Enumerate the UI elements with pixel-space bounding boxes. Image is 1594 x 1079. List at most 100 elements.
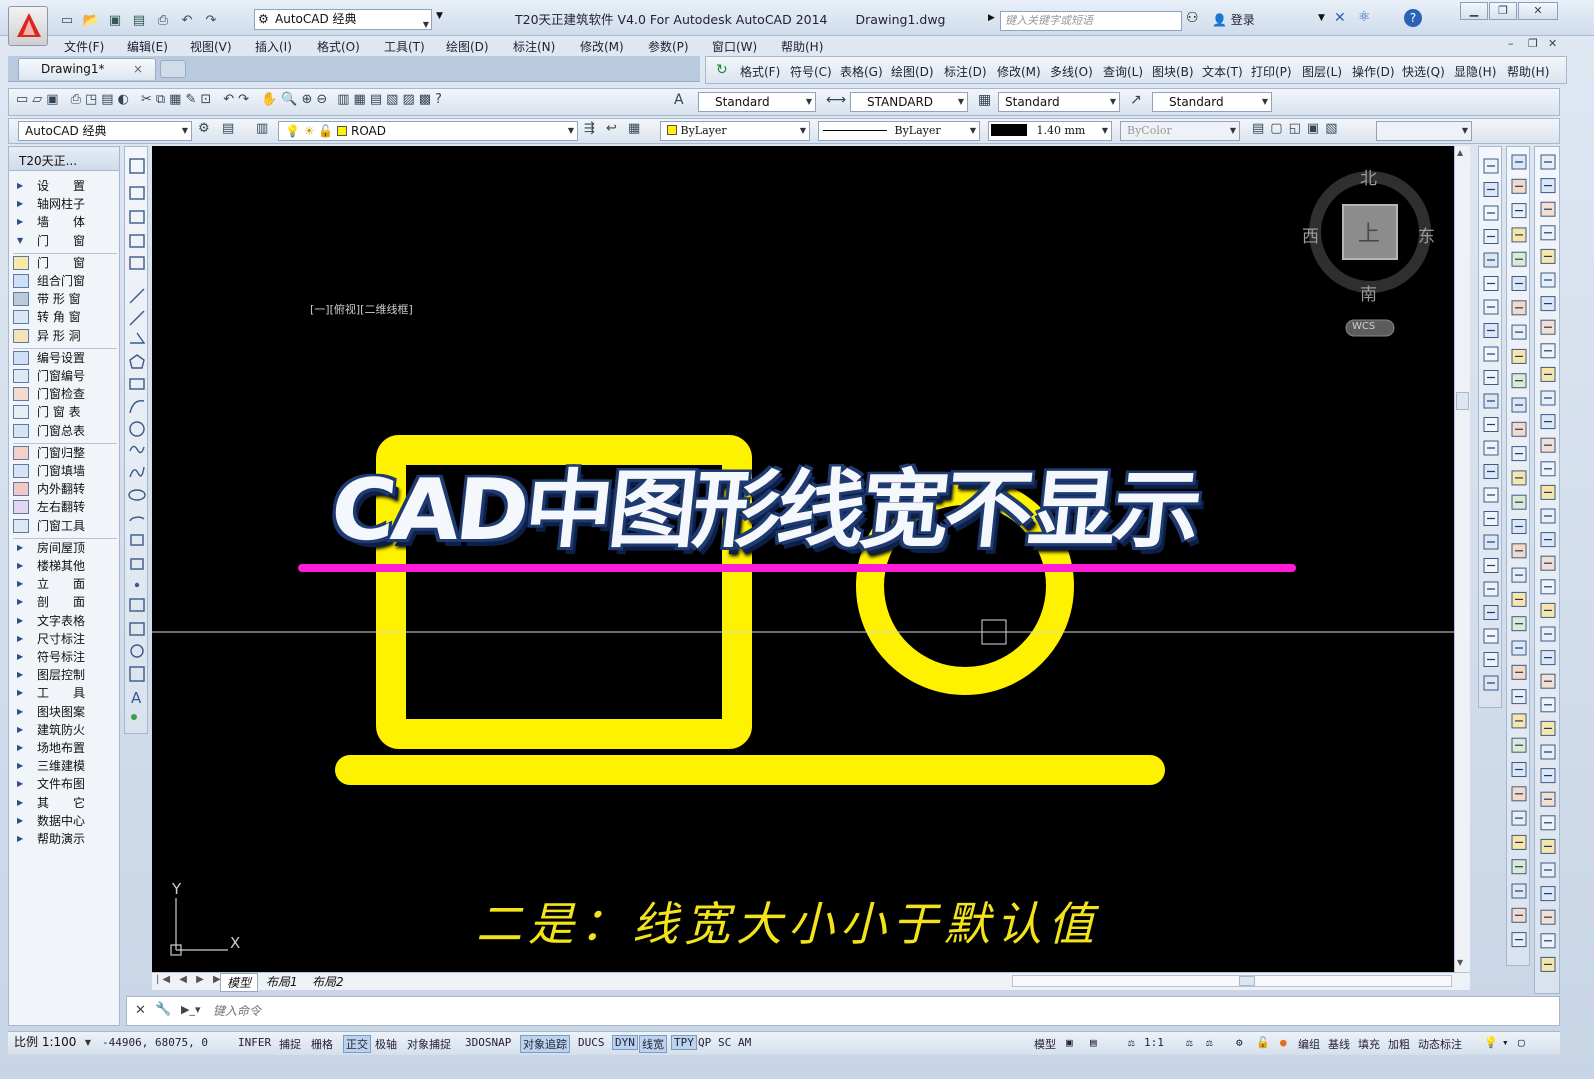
convert-viewport-icon[interactable]: ▧ — [1325, 121, 1337, 136]
make-current-icon[interactable]: ⇶ — [584, 121, 595, 136]
status-toggle-对象捕捉[interactable]: 对象捕捉 — [407, 1036, 451, 1052]
refresh-icon[interactable]: ↻ — [716, 62, 728, 78]
t20-menu-print[interactable]: 打印(P) — [1251, 63, 1292, 80]
color-combo[interactable]: ByLayer ▼ — [660, 121, 810, 141]
group-toggle[interactable]: 编组 — [1298, 1036, 1320, 1052]
t20-menu-block[interactable]: 图块(B) — [1152, 63, 1194, 80]
status-toggle-栅格[interactable]: 栅格 — [311, 1036, 333, 1052]
tab-model[interactable]: 模型 — [220, 973, 259, 992]
t20-menu-format[interactable]: 格式(F) — [740, 63, 780, 80]
side-menu-group[interactable]: ▶ 剖 面 — [9, 593, 119, 611]
search-input[interactable]: 键入关键字或短语 — [1000, 11, 1182, 31]
side-menu-group[interactable]: ▶ 数据中心 — [9, 812, 119, 830]
workspace-combo[interactable]: ⚙ AutoCAD 经典 ▼ — [254, 9, 432, 30]
status-toggle-ducs[interactable]: DUCS — [578, 1036, 605, 1049]
menu-insert[interactable]: 插入(I) — [255, 38, 292, 55]
annotation-scale-value[interactable]: 1:1 — [1144, 1036, 1164, 1049]
tool-palettes-icon[interactable]: ▤ — [370, 92, 382, 107]
plotstyle-combo[interactable]: ByColor ▼ — [1120, 121, 1240, 141]
side-menu-item[interactable]: 左右翻转 — [9, 498, 119, 516]
binoculars-icon[interactable]: ⚇ — [1186, 10, 1199, 26]
status-toggle-正交[interactable]: 正交 — [343, 1035, 371, 1053]
t20-menu-text[interactable]: 文本(T) — [1202, 63, 1243, 80]
side-menu-item[interactable]: 编号设置 — [9, 349, 119, 367]
side-menu-group[interactable]: ▶ 房间屋顶 — [9, 539, 119, 557]
viewport-scale-combo[interactable]: ▼ — [1376, 121, 1472, 141]
layer-properties-icon[interactable]: ▥ — [256, 121, 268, 136]
maximize-button[interactable]: ❐ — [1489, 2, 1517, 20]
menu-parametric[interactable]: 参数(P) — [648, 38, 689, 55]
lineweight-combo[interactable]: 1.40 mm ▼ — [988, 121, 1112, 141]
side-menu-group[interactable]: ▶ 场地布置 — [9, 739, 119, 757]
t20-menu-draw[interactable]: 绘图(D) — [891, 63, 934, 80]
tab-layout2[interactable]: 布局2 — [306, 973, 350, 990]
side-menu-group[interactable]: ▶ 墙 体 — [9, 213, 119, 231]
side-menu-group[interactable]: ▶ 文件布图 — [9, 775, 119, 793]
t20-menu-multiline[interactable]: 多线(O) — [1050, 63, 1093, 80]
dim-style-combo[interactable]: STANDARD ▼ — [850, 92, 968, 112]
side-menu-group[interactable]: ▶ 轴网柱子 — [9, 195, 119, 213]
t20-menu-operation[interactable]: 操作(D) — [1352, 63, 1395, 80]
viewcube-top-face[interactable]: 上 — [1358, 216, 1380, 248]
model-space-button[interactable]: 模型 — [1034, 1036, 1056, 1052]
properties-icon[interactable]: ▥ — [337, 92, 349, 107]
3d-dwf-icon[interactable]: ◐ — [118, 92, 129, 107]
login-dropdown-icon[interactable]: ▼ — [1318, 13, 1325, 23]
new-file-icon[interactable]: ▭ — [56, 10, 78, 30]
side-menu-group[interactable]: ▶ 工 具 — [9, 684, 119, 702]
open-icon[interactable]: ▱ — [32, 92, 42, 107]
exchange-icon[interactable]: ✕ — [1334, 10, 1346, 26]
side-menu-item[interactable]: 门窗工具 — [9, 517, 119, 535]
cut-icon[interactable]: ✂ — [141, 92, 152, 107]
t20-menu-quickselect[interactable]: 快选(Q) — [1402, 63, 1445, 80]
table-style-combo[interactable]: Standard ▼ — [998, 92, 1120, 112]
vertical-scrollbar[interactable]: ▲ ▼ — [1454, 146, 1470, 972]
status-toggle-捕捉[interactable]: 捕捉 — [279, 1036, 301, 1052]
side-menu-item[interactable]: 门窗编号 — [9, 367, 119, 385]
scroll-down-icon[interactable]: ▼ — [1457, 958, 1463, 967]
side-menu-item[interactable]: 门窗归整 — [9, 444, 119, 462]
search-expand-icon[interactable]: ▶ — [988, 13, 995, 23]
zoom-previous-icon[interactable]: ⊖ — [316, 92, 327, 107]
side-menu-group[interactable]: ▶ 图块图案 — [9, 703, 119, 721]
side-menu-group[interactable]: ▶ 帮助演示 — [9, 830, 119, 848]
text-style-icon[interactable]: A — [674, 92, 684, 108]
status-toggle-tpy[interactable]: TPY — [671, 1035, 697, 1050]
side-menu-item[interactable]: 门 窗 表 — [9, 403, 119, 421]
print-icon[interactable]: ⎙ — [152, 10, 174, 30]
tab-drawing1[interactable]: Drawing1* × — [18, 58, 156, 80]
save-icon-2[interactable]: ▣ — [46, 92, 58, 107]
table-style-icon[interactable]: ▦ — [978, 92, 991, 108]
command-prompt-icon[interactable]: ▶_▾ — [181, 1003, 200, 1016]
side-menu-group[interactable]: ▶ 文字表格 — [9, 612, 119, 630]
side-menu-group[interactable]: ▶ 尺寸标注 — [9, 630, 119, 648]
status-toggle-3dosnap[interactable]: 3DOSNAP — [465, 1036, 511, 1049]
qat-dropdown-icon[interactable]: ▼ — [436, 11, 443, 21]
annotation-visibility-icon[interactable]: ⚖ — [1186, 1036, 1193, 1049]
linetype-combo[interactable]: ByLayer ▼ — [818, 121, 980, 141]
markup-icon[interactable]: ▨ — [402, 92, 414, 107]
side-menu-item[interactable]: 门 窗 — [9, 254, 119, 272]
save-icon[interactable]: ▣ — [104, 10, 126, 30]
sheet-set-icon[interactable]: ▧ — [386, 92, 398, 107]
calculator-icon[interactable]: ▩ — [419, 92, 431, 107]
side-menu-item[interactable]: 异 形 洞 — [9, 327, 119, 345]
undo-icon[interactable]: ↶ — [176, 10, 198, 30]
viewcube-east[interactable]: 东 — [1418, 222, 1435, 247]
redo-icon[interactable]: ↷ — [200, 10, 222, 30]
t20-menu-query[interactable]: 查询(L) — [1103, 63, 1143, 80]
menu-format[interactable]: 格式(O) — [317, 38, 360, 55]
preview-icon[interactable]: ◳ — [85, 92, 97, 107]
menu-edit[interactable]: 编辑(E) — [127, 38, 168, 55]
command-input[interactable] — [213, 1001, 1513, 1021]
close-tab-icon[interactable]: × — [133, 59, 143, 79]
status-toggle-极轴[interactable]: 极轴 — [375, 1036, 397, 1052]
side-menu-item[interactable]: 内外翻转 — [9, 480, 119, 498]
side-menu-item[interactable]: 门窗总表 — [9, 422, 119, 440]
scroll-up-icon[interactable]: ▲ — [1457, 148, 1463, 157]
side-menu-item[interactable]: 转 角 窗 — [9, 308, 119, 326]
quickview-drawings-icon[interactable]: ▤ — [1090, 1036, 1097, 1049]
layer-manager-icon[interactable]: ▤ — [222, 121, 234, 136]
mdi-restore-icon[interactable]: ❐ — [1528, 37, 1538, 50]
status-toggle-线宽[interactable]: 线宽 — [639, 1035, 667, 1053]
